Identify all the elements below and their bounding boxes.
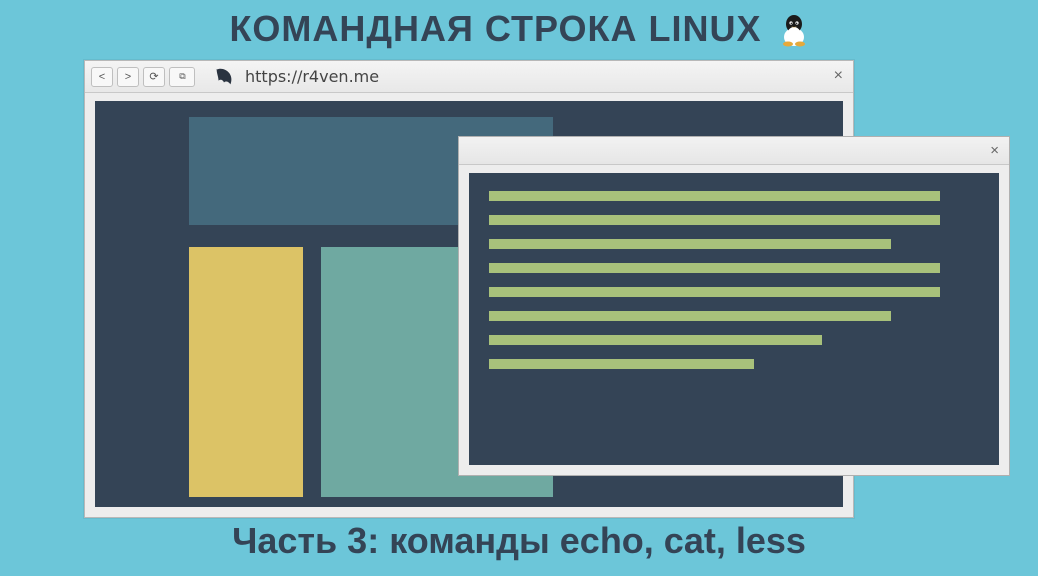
- tux-icon: [779, 13, 809, 56]
- terminal-line: [489, 287, 940, 297]
- terminal-line: [489, 191, 940, 201]
- close-icon[interactable]: ×: [834, 67, 843, 85]
- terminal-toolbar: ×: [459, 137, 1009, 165]
- terminal-line: [489, 311, 891, 321]
- close-icon[interactable]: ×: [990, 142, 999, 159]
- column-left: [189, 247, 303, 497]
- terminal-line: [489, 215, 940, 225]
- terminal-body: [469, 173, 999, 465]
- terminal-line: [489, 335, 822, 345]
- forward-button[interactable]: >: [117, 67, 139, 87]
- terminal-window: ×: [458, 136, 1010, 476]
- page-title: КОМАНДНАЯ СТРОКА LINUX: [0, 8, 1038, 56]
- terminal-line: [489, 263, 940, 273]
- reload-button[interactable]: ⟳: [143, 67, 165, 87]
- title-text: КОМАНДНАЯ СТРОКА LINUX: [229, 8, 761, 49]
- url-text: https://r4ven.me: [245, 67, 379, 86]
- browser-toolbar: < > ⟳ ⧉ https://r4ven.me ×: [85, 61, 853, 93]
- page-subtitle: Часть 3: команды echo, cat, less: [0, 520, 1038, 562]
- tabs-button[interactable]: ⧉: [169, 67, 195, 87]
- back-button[interactable]: <: [91, 67, 113, 87]
- terminal-line: [489, 359, 754, 369]
- terminal-line: [489, 239, 891, 249]
- raven-icon: [213, 66, 235, 88]
